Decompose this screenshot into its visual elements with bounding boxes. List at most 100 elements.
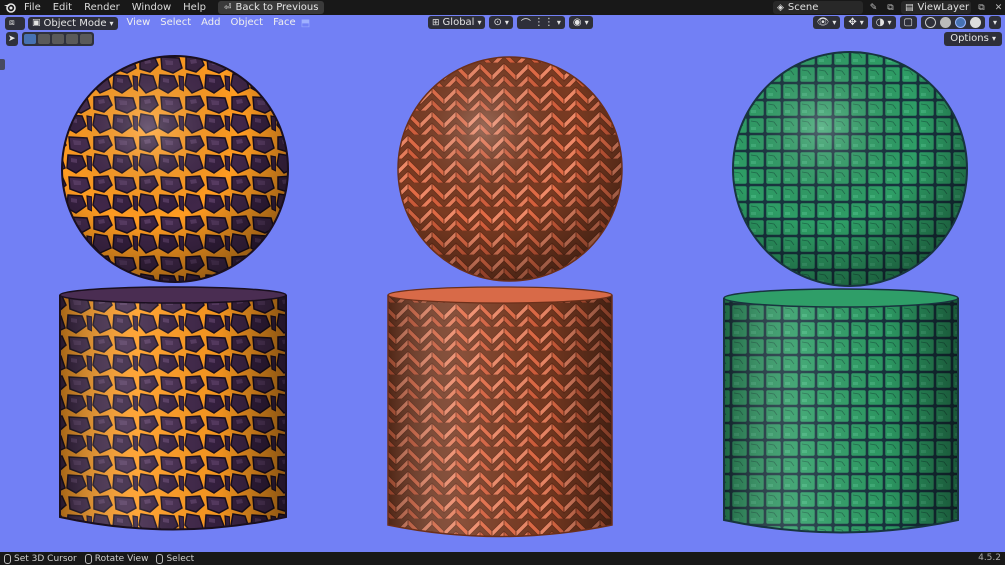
chevron-down-icon: ▾	[887, 18, 892, 27]
transform-orientation-dropdown[interactable]: ⊞ Global ▾	[428, 16, 486, 29]
xray-icon: ▢	[903, 17, 913, 28]
gizmo-icon: ✥	[848, 17, 857, 28]
back-to-previous-button[interactable]: ⏎ Back to Previous	[217, 1, 325, 14]
cursor-icon: ➤	[8, 34, 16, 44]
scene-icon: ◈	[777, 2, 784, 13]
tool-settings-row: ➤	[6, 32, 94, 46]
shading-options-dropdown[interactable]: ▾	[988, 16, 1001, 29]
back-to-previous-label: Back to Previous	[235, 2, 319, 13]
snap-icon: ⌒	[520, 19, 531, 30]
overlays-toggle[interactable]: ◑ ▾	[871, 16, 896, 29]
toolbar-expand-handle[interactable]	[0, 59, 5, 70]
mouse-middle-icon	[84, 553, 92, 564]
material-preview-shading-icon[interactable]	[954, 17, 966, 28]
subtract-selection-icon[interactable]	[51, 34, 64, 44]
extend-selection-icon[interactable]	[37, 34, 50, 44]
menu-view[interactable]: View	[122, 15, 156, 31]
menu-help[interactable]: Help	[177, 0, 212, 15]
chevron-down-icon: ▾	[109, 18, 114, 28]
mouse-left-icon	[4, 553, 11, 564]
status-label: Rotate View	[94, 553, 149, 564]
menu-edit[interactable]: Edit	[47, 0, 78, 15]
top-bar: File Edit Render Window Help ⏎ Back to P…	[0, 0, 1005, 15]
viewport-header: ⧈ ▣ Object Mode ▾ View Select Add Object…	[0, 15, 1005, 31]
solid-shading-icon[interactable]	[939, 17, 951, 28]
object-mode-icon: ▣	[32, 18, 41, 28]
wireframe-shading-icon[interactable]	[924, 17, 936, 28]
mode-label: Object Mode	[43, 17, 107, 29]
mode-dropdown[interactable]: ▣ Object Mode ▾	[28, 16, 118, 30]
tile-sphere[interactable]	[732, 51, 968, 287]
chevron-down-icon: ▾	[991, 34, 996, 43]
status-label: Set 3D Cursor	[14, 553, 77, 564]
orientation-icon: ⊞	[432, 17, 440, 28]
3d-viewport[interactable]: ⧈ ▣ Object Mode ▾ View Select Add Object…	[0, 15, 1005, 552]
view-layer-icon: ▤	[905, 2, 914, 13]
version-label: 4.5.2	[978, 553, 1001, 563]
chevron-down-icon: ▾	[584, 18, 589, 27]
top-right-controls: ◈ Scene ✎ ⧉ ▤ ViewLayer ⧉ ✕	[773, 0, 1005, 15]
selection-mode-buttons	[21, 32, 94, 46]
status-item-select: Select	[156, 553, 195, 564]
orientation-label: Global	[442, 17, 475, 28]
xray-toggle[interactable]: ▢	[899, 16, 917, 29]
lava-cylinder[interactable]	[59, 286, 287, 531]
view-layer-selector[interactable]: ▤ ViewLayer	[901, 1, 971, 14]
chevron-down-icon: ▾	[992, 18, 997, 27]
brick-cylinder[interactable]	[387, 286, 613, 538]
view-layer-add-icon[interactable]: ⧉	[975, 1, 988, 14]
menu-window[interactable]: Window	[126, 0, 177, 15]
lava-sphere[interactable]	[61, 55, 289, 283]
visibility-dropdown[interactable]: 👁 ▾	[812, 16, 841, 29]
viewport-header-right: 👁 ▾ ✥ ▾ ◑ ▾ ▢ ▾	[812, 16, 1001, 29]
pivot-icon: ⊙	[493, 17, 502, 28]
snap-target-icon: ⋮⋮	[533, 17, 554, 28]
options-label: Options	[950, 33, 989, 44]
proportional-edit-icon: ◉	[572, 17, 582, 28]
blender-logo-icon[interactable]	[2, 0, 18, 15]
set-selection-icon[interactable]	[23, 34, 36, 44]
intersect-selection-icon[interactable]	[79, 34, 92, 44]
menu-object[interactable]: Object	[226, 15, 269, 31]
menu-add[interactable]: Add	[196, 15, 225, 31]
overlays-icon: ◑	[875, 17, 885, 28]
mouse-right-icon	[156, 553, 164, 564]
face-icon[interactable]: ⬒	[301, 18, 310, 29]
status-label: Select	[166, 553, 195, 564]
back-icon: ⏎	[223, 2, 232, 13]
status-bar: Set 3D Cursor Rotate View Select 4.5.2	[0, 552, 1005, 565]
view-layer-remove-icon[interactable]: ✕	[992, 1, 1005, 14]
chevron-down-icon: ▾	[556, 18, 561, 27]
chevron-down-icon: ▾	[477, 18, 482, 27]
chevron-down-icon: ▾	[832, 18, 837, 27]
snap-dropdown[interactable]: ⌒ ⋮⋮ ▾	[516, 16, 565, 30]
menu-select[interactable]: Select	[155, 15, 196, 31]
menu-render[interactable]: Render	[78, 0, 126, 15]
transform-controls: ⊞ Global ▾ ⊙ ▾ ⌒ ⋮⋮ ▾ ◉ ▾	[428, 16, 593, 30]
menu-file[interactable]: File	[18, 0, 47, 15]
tile-cylinder[interactable]	[723, 288, 959, 534]
status-item-rotate-view: Rotate View	[84, 553, 149, 564]
pivot-point-dropdown[interactable]: ⊙ ▾	[489, 16, 513, 29]
scene-label: Scene	[787, 2, 819, 13]
pin-icon[interactable]: ✎	[867, 1, 880, 14]
select-tool-button[interactable]: ➤	[6, 32, 18, 46]
view-layer-label: ViewLayer	[917, 2, 970, 13]
viewport-scene	[59, 51, 968, 538]
chevron-down-icon: ▾	[859, 18, 864, 27]
status-item-set-3d-cursor: Set 3D Cursor	[4, 553, 77, 564]
gizmo-toggle[interactable]: ✥ ▾	[844, 16, 868, 29]
menu-face[interactable]: Face	[268, 15, 301, 31]
proportional-edit-dropdown[interactable]: ◉ ▾	[568, 16, 593, 29]
shading-modes	[920, 16, 985, 29]
editor-type-icon: ⧈	[9, 18, 15, 28]
rendered-shading-icon[interactable]	[969, 17, 981, 28]
brick-sphere[interactable]	[397, 56, 623, 282]
scene-add-icon[interactable]: ⧉	[884, 1, 897, 14]
chevron-down-icon: ▾	[504, 18, 509, 27]
options-dropdown[interactable]: Options ▾	[944, 32, 1002, 46]
editor-type-button[interactable]: ⧈	[5, 16, 25, 30]
invert-selection-icon[interactable]	[65, 34, 78, 44]
eye-icon: 👁	[816, 17, 830, 28]
scene-selector[interactable]: ◈ Scene	[773, 1, 863, 14]
